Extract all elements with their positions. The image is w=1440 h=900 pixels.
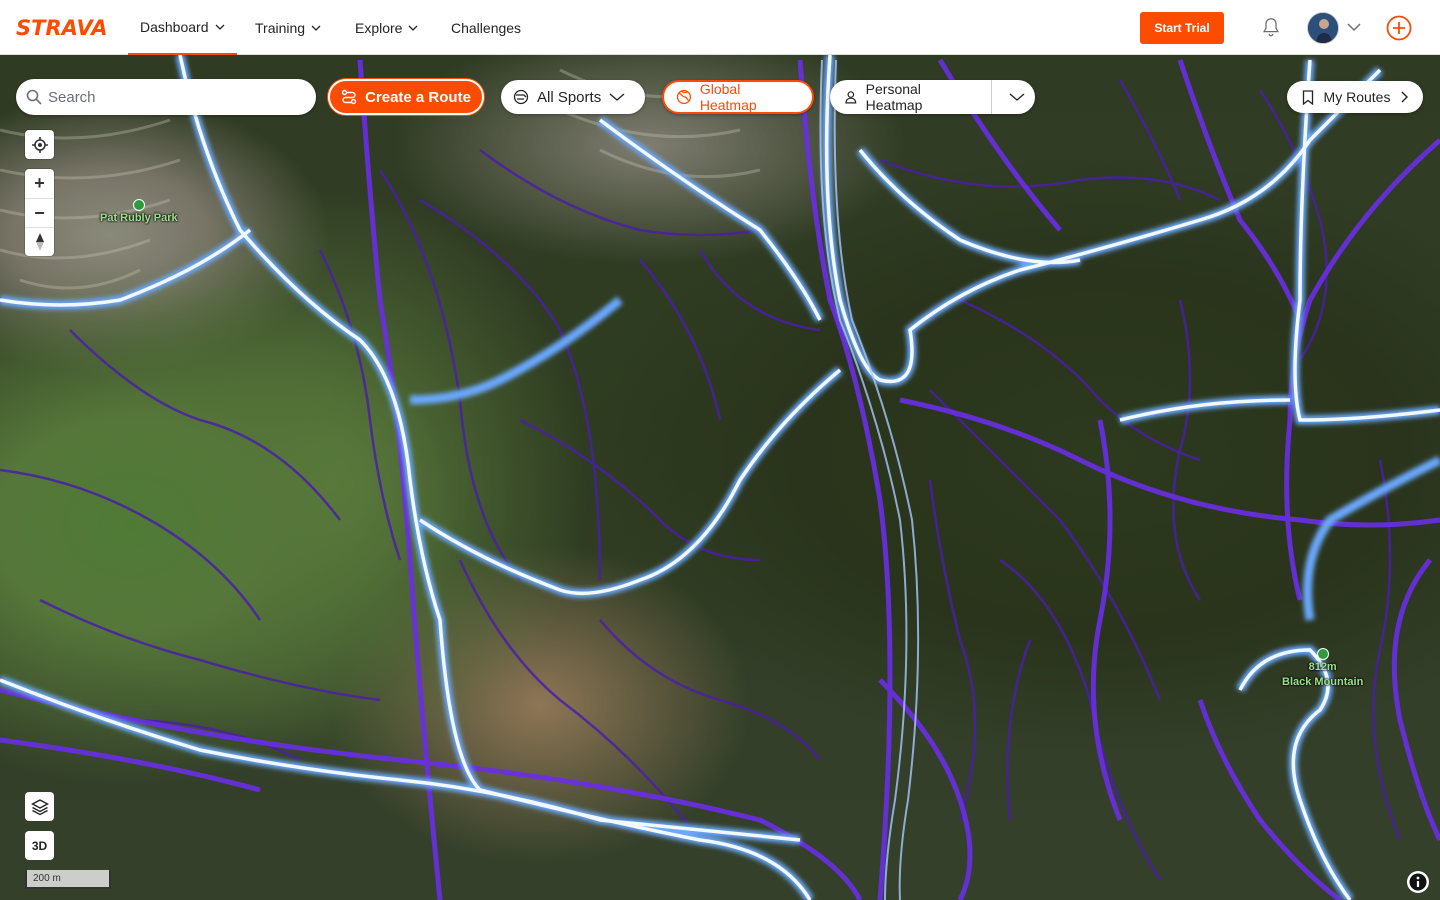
chevron-down-icon	[1009, 93, 1025, 101]
heatmap-overlay	[0, 55, 1440, 900]
bookmark-icon	[1302, 89, 1313, 105]
poi-black-mountain-elevation: 812m	[1308, 661, 1337, 673]
nav-explore-label: Explore	[355, 19, 403, 36]
create-route-label: Create a Route	[365, 88, 471, 106]
nav-training-label: Training	[255, 19, 306, 36]
poi-black-mountain[interactable]: 812m Black Mountain	[1282, 648, 1363, 690]
3d-toggle-button[interactable]: 3D	[25, 831, 54, 860]
locate-button[interactable]	[25, 130, 54, 159]
avatar[interactable]	[1307, 12, 1339, 44]
poi-pat-rubly-park-label: Pat Rubly Park	[100, 212, 178, 224]
chevron-down-icon[interactable]	[1347, 22, 1361, 32]
chevron-down-icon	[409, 25, 418, 31]
zoom-out-button[interactable]: −	[25, 198, 54, 227]
sports-icon	[513, 89, 529, 105]
heatmap-map[interactable]: Pat Rubly Park 812m Black Mountain	[0, 55, 1440, 900]
create-route-button[interactable]: Create a Route	[328, 79, 484, 115]
poi-black-mountain-label: Black Mountain	[1282, 676, 1364, 688]
my-routes-label: My Routes	[1323, 89, 1391, 105]
top-navigation: STRAVA Dashboard Training Explore Challe…	[0, 0, 1440, 55]
personal-heatmap-control: Personal Heatmap	[830, 80, 1035, 114]
bell-icon[interactable]	[1260, 16, 1282, 38]
highway-lanes	[819, 59, 920, 900]
personal-heatmap-dropdown[interactable]	[1000, 80, 1035, 114]
zoom-in-button[interactable]: +	[25, 169, 54, 198]
chevron-right-icon	[1401, 91, 1409, 103]
map-scale: 200 m	[25, 870, 111, 889]
globe-icon	[676, 89, 692, 105]
start-trial-button[interactable]: Start Trial	[1140, 12, 1224, 44]
map-search[interactable]	[16, 79, 316, 115]
sport-filter-label: All Sports	[537, 88, 602, 106]
nav-challenges-label: Challenges	[451, 19, 522, 36]
nav-explore[interactable]: Explore	[355, 0, 418, 55]
chevron-down-icon	[215, 24, 224, 30]
nav-challenges[interactable]: Challenges	[451, 0, 521, 55]
nav-dashboard-label: Dashboard	[140, 18, 209, 35]
locate-icon	[31, 136, 48, 153]
layers-button[interactable]	[25, 792, 54, 821]
attribution-button[interactable]	[1407, 871, 1429, 893]
chevron-down-icon	[609, 93, 625, 101]
zoom-controls: + −	[25, 169, 54, 256]
strava-logo[interactable]: STRAVA	[16, 16, 108, 40]
search-icon	[26, 89, 42, 105]
peak-icon	[1316, 648, 1329, 660]
park-icon	[132, 199, 145, 211]
avatar-image	[1308, 13, 1338, 43]
locate-control[interactable]	[25, 130, 54, 159]
info-icon	[1409, 873, 1427, 891]
compass-button[interactable]	[25, 227, 54, 256]
sport-filter-dropdown[interactable]: All Sports	[501, 80, 645, 114]
personal-heatmap-toggle[interactable]: Personal Heatmap	[830, 80, 992, 114]
compass-icon	[35, 233, 44, 251]
search-input[interactable]	[48, 88, 288, 106]
person-icon	[845, 91, 857, 104]
personal-heatmap-label: Personal Heatmap	[865, 81, 923, 113]
global-heatmap-toggle[interactable]: Global Heatmap	[662, 80, 814, 114]
poi-pat-rubly-park[interactable]: Pat Rubly Park	[100, 199, 178, 226]
nav-training[interactable]: Training	[255, 0, 321, 55]
layers-icon	[30, 798, 49, 815]
chevron-down-icon	[311, 25, 321, 31]
my-routes-button[interactable]: My Routes	[1287, 81, 1423, 113]
plus-circle-icon[interactable]	[1386, 15, 1412, 41]
route-icon	[341, 89, 357, 105]
faint-trails	[0, 79, 1402, 881]
global-heatmap-label: Global Heatmap	[699, 81, 757, 113]
nav-dashboard[interactable]: Dashboard	[128, 0, 237, 55]
